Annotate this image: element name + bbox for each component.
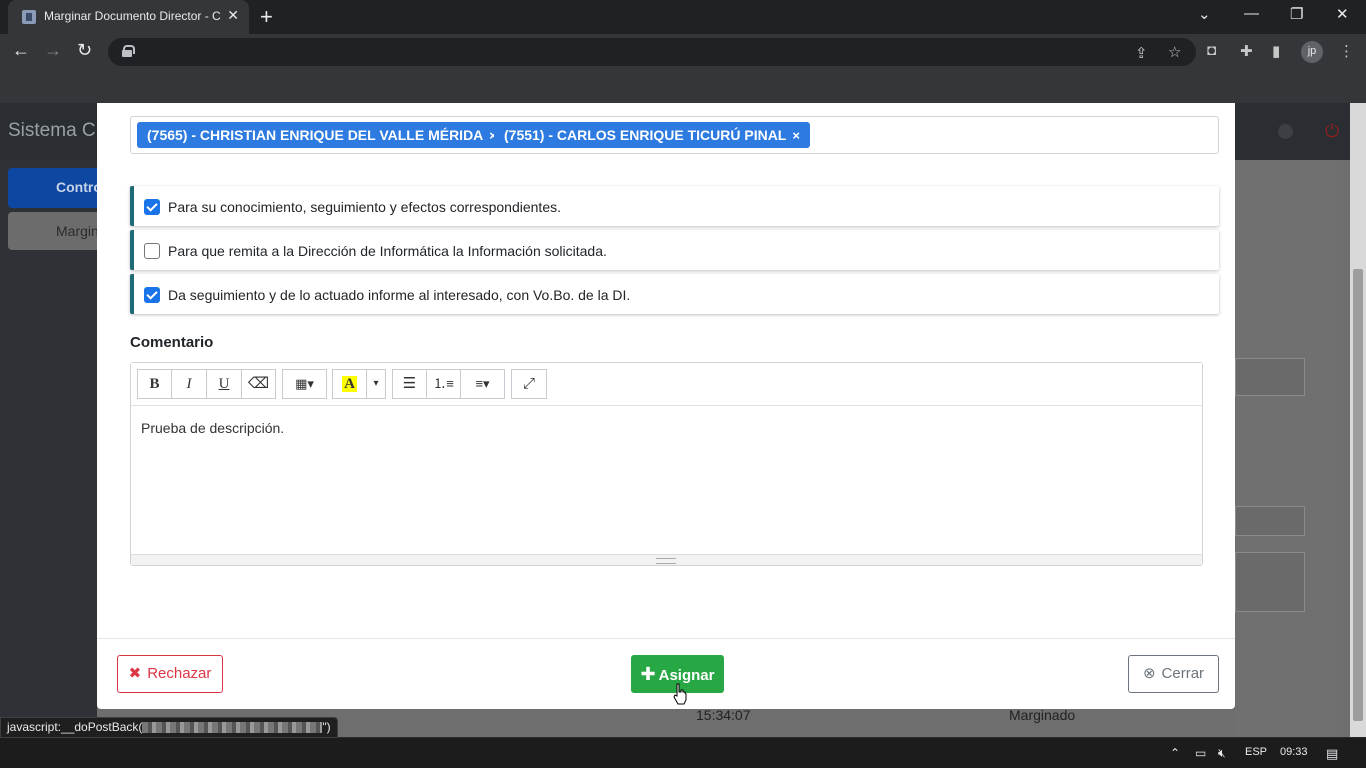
favicon-icon <box>22 10 36 24</box>
reload-icon[interactable]: ↻ <box>77 40 92 61</box>
table-icon[interactable]: ▦▾ <box>282 369 327 399</box>
app-brand: Sistema CD <box>8 120 110 141</box>
side-panel-icon[interactable]: ▮ <box>1272 42 1280 60</box>
background-input <box>1235 506 1305 536</box>
network-icon[interactable]: ▭ <box>1195 746 1206 760</box>
instruction-label: Da seguimiento y de lo actuado informe a… <box>168 287 631 303</box>
background-select <box>1235 358 1305 396</box>
reject-button[interactable]: ✖ Rechazar <box>117 655 223 693</box>
back-icon[interactable]: ← <box>12 40 30 61</box>
chevron-down-icon[interactable]: ▾ <box>366 369 386 399</box>
instruction-option[interactable]: Para su conocimiento, seguimiento y efec… <box>130 186 1219 226</box>
tab-title: Marginar Documento Director - C <box>44 9 221 23</box>
instruction-checkbox[interactable] <box>144 287 160 303</box>
recipient-tag[interactable]: (7565) - CHRISTIAN ENRIQUE DEL VALLE MÉR… <box>137 122 507 148</box>
instruction-checkbox[interactable] <box>144 243 160 259</box>
background-time: 15:34:07 <box>696 707 751 723</box>
restore-icon[interactable]: ❐ <box>1290 5 1303 23</box>
tray-chevron-icon[interactable]: ⌃ <box>1170 746 1180 760</box>
instruction-option[interactable]: Da seguimiento y de lo actuado informe a… <box>130 274 1219 314</box>
clock[interactable]: 09:33 <box>1280 746 1308 758</box>
forward-icon[interactable]: → <box>44 40 62 61</box>
background-table-header <box>1235 552 1305 612</box>
new-tab-button[interactable]: + <box>260 4 273 30</box>
assign-label: Asignar <box>658 667 715 684</box>
tab-close-icon[interactable]: ✕ <box>227 7 239 24</box>
browser-tab-bar: Marginar Documento Director - C ✕ + ⌄ — … <box>0 0 1366 34</box>
instruction-checkbox[interactable] <box>144 199 160 215</box>
italic-button[interactable]: I <box>171 369 207 399</box>
browser-tab[interactable]: Marginar Documento Director - C ✕ <box>8 0 249 34</box>
instruction-label: Para su conocimiento, seguimiento y efec… <box>168 199 561 215</box>
power-icon[interactable]: ⏻ <box>1325 121 1339 142</box>
menu-icon[interactable]: ⋮ <box>1339 42 1354 60</box>
taskbar: ⌃ ▭ 🔇︎ ESP 09:33 ▤ <box>0 738 1366 768</box>
numbered-list-icon[interactable]: ⒈≡ <box>426 369 461 399</box>
plus-icon: ✚ <box>640 664 656 684</box>
underline-button[interactable]: U <box>206 369 242 399</box>
comment-label: Comentario <box>130 334 214 351</box>
share-icon[interactable]: ⇪ <box>1135 44 1148 62</box>
recipient-tag-label: (7551) - CARLOS ENRIQUE TICURÚ PINAL <box>504 127 787 143</box>
modal-footer-divider <box>97 638 1235 639</box>
fullscreen-icon[interactable]: ⤢ <box>511 369 547 399</box>
comment-editor: B I U ⌫ ▦▾ A ▾ ☰ ⒈≡ ≡▾ ⤢ Prueba de descr… <box>130 362 1203 566</box>
extensions-icon[interactable]: ✚ <box>1240 42 1253 60</box>
profile-avatar[interactable]: jp <box>1301 41 1323 63</box>
minimize-icon[interactable]: — <box>1244 5 1259 22</box>
speaker-muted-icon[interactable]: 🔇︎ <box>1218 746 1226 761</box>
redacted-argument <box>142 722 323 734</box>
assign-modal: (7565) - CHRISTIAN ENRIQUE DEL VALLE MÉR… <box>97 103 1235 709</box>
circle-x-icon: ⊗ <box>1142 665 1156 682</box>
recipient-tag[interactable]: (7551) - CARLOS ENRIQUE TICURÚ PINAL × <box>494 122 810 148</box>
status-link-prefix: javascript:__doPostBack( <box>7 720 143 734</box>
scrollbar-thumb[interactable] <box>1353 269 1363 721</box>
instruction-option[interactable]: Para que remita a la Dirección de Inform… <box>130 230 1219 270</box>
bullet-list-icon[interactable]: ☰ <box>392 369 427 399</box>
reject-label: Rechazar <box>147 665 212 682</box>
instruction-label: Para que remita a la Dirección de Inform… <box>168 243 607 259</box>
recipients-select[interactable]: (7565) - CHRISTIAN ENRIQUE DEL VALLE MÉR… <box>130 116 1219 154</box>
page-scrollbar[interactable] <box>1350 103 1366 737</box>
close-label: Cerrar <box>1161 665 1205 682</box>
background-status: Marginado <box>1009 707 1076 723</box>
editor-resize-handle[interactable] <box>131 554 1202 565</box>
notifications-icon[interactable]: ▤ <box>1326 746 1338 762</box>
bold-button[interactable]: B <box>137 369 172 399</box>
comment-text[interactable]: Prueba de descripción. <box>141 420 284 436</box>
language-indicator[interactable]: ESP <box>1245 746 1267 758</box>
bookmark-bar <box>0 70 1366 103</box>
browser-toolbar: ← → ↻ ⇪ ☆ ◘ ✚ ▮ ⋮ <box>0 34 1366 70</box>
eraser-icon[interactable]: ⌫ <box>241 369 276 399</box>
close-button[interactable]: ⊗ Cerrar <box>1128 655 1219 693</box>
background-content <box>1235 160 1335 737</box>
lock-icon <box>122 45 135 57</box>
hand-cursor-icon <box>673 683 687 705</box>
bookmark-star-icon[interactable]: ☆ <box>1168 43 1181 61</box>
editor-toolbar: B I U ⌫ ▦▾ A ▾ ☰ ⒈≡ ≡▾ ⤢ <box>131 363 1202 406</box>
window-close-icon[interactable]: ✕ <box>1336 5 1349 23</box>
recipient-tag-label: (7565) - CHRISTIAN ENRIQUE DEL VALLE MÉR… <box>147 127 484 143</box>
status-link-preview: javascript:__doPostBack( ") <box>0 717 338 738</box>
tab-search-icon[interactable]: ⌄ <box>1198 5 1211 23</box>
close-icon: ✖ <box>128 665 142 682</box>
info-icon[interactable] <box>1278 124 1293 139</box>
align-icon[interactable]: ≡▾ <box>460 369 505 399</box>
remove-tag-icon[interactable]: × <box>792 128 800 143</box>
font-color-button[interactable]: A <box>332 369 367 399</box>
camera-icon[interactable]: ◘ <box>1207 42 1216 59</box>
font-color-label: A <box>342 376 357 392</box>
status-link-suffix: ") <box>322 720 331 734</box>
address-bar[interactable]: ⇪ ☆ <box>108 38 1196 66</box>
